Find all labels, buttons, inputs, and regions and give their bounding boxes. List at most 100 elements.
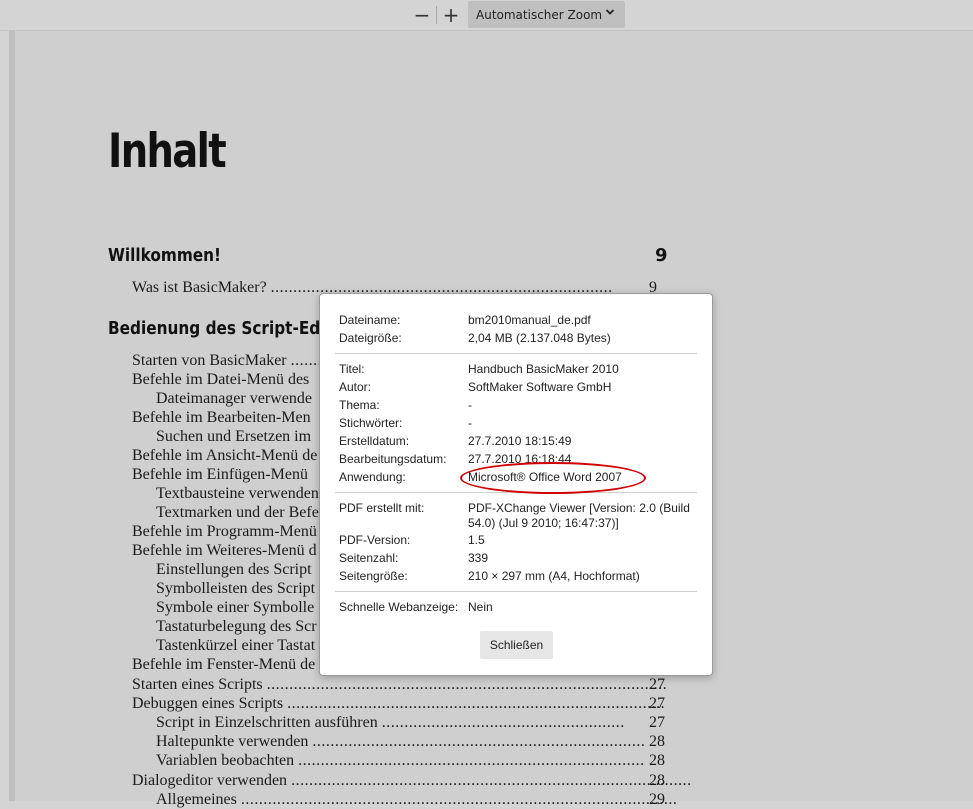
toc-entry[interactable]: Befehle im Datei-Menü des [132,370,309,389]
toc-entry[interactable]: Einstellungen des Script [156,560,312,579]
toc-entry[interactable]: Befehle im Fenster-Menü de [132,655,315,674]
property-value: - [468,416,472,430]
toc-entry-page: 28 [649,752,665,769]
document-properties-dialog: Dateiname: bm2010manual_de.pdf Dateigröße:… [319,293,713,676]
toc-entry-leader: ........................................… [381,714,625,731]
toc-section-title: Willkommen! [108,245,222,266]
toc-entry[interactable]: Allgemeines ............................… [156,790,677,809]
property-value: 210 × 297 mm (A4, Hochformat) [468,569,640,583]
zoom-in-button[interactable]: + [439,4,463,26]
property-label: Dateigröße: [339,331,402,345]
toc-entry-page: 27 [649,676,665,693]
toc-entry-text: Script in Einzelschritten ausführen [156,714,382,731]
toc-entry[interactable]: Starten eines Scripts ..................… [132,675,667,694]
page-heading: Inhalt [108,124,227,179]
toc-entry-text: Suchen und Ersetzen im [156,428,312,445]
property-value: SoftMaker Software GmbH [468,380,612,394]
toc-entry-text: Starten eines Scripts [132,676,267,693]
toc-entry-text: Einstellungen des Script [156,561,312,578]
toc-entry-text: Variablen beobachten [156,752,299,769]
toc-entry-page: 28 [649,733,665,750]
property-label: Dateiname: [339,313,401,327]
toc-entry[interactable]: Symbole einer Symbolle [156,598,314,617]
toc-entry-text: Haltepunkte verwenden [156,733,313,750]
property-label: Stichwörter: [339,416,403,430]
property-label: Seitengröße: [339,569,408,583]
toc-entry-leader: ........................................… [312,733,646,750]
property-value: 339 [468,551,489,565]
toolbar-separator [436,6,437,24]
toc-entry-leader: ........................................… [298,752,645,769]
toc-entry-text: Befehle im Programm-Menü [132,523,317,540]
property-label: PDF erstellt mit: [339,501,425,515]
toc-entry-page: 28 [649,772,665,789]
property-label: Anwendung: [339,470,406,484]
toc-entry-text: Dateimanager verwende [156,390,312,407]
toc-entry-page: 27 [649,695,665,712]
property-label: Schnelle Webanzeige: [339,600,459,614]
highlight-ellipse [460,462,646,494]
property-value: Nein [468,600,493,614]
toc-entry[interactable]: Befehle im Bearbeiten-Men [132,408,311,427]
toc-entry-leader: ........................................… [240,791,678,808]
toc-entry[interactable]: Dateimanager verwende [156,389,312,408]
toc-entry-text: Allgemeines [156,791,241,808]
divider [335,353,697,354]
toc-entry-text: Symbolleisten des Script [156,580,316,597]
toc-entry[interactable]: Debuggen eines Scripts .................… [132,694,665,713]
property-value: 27.7.2010 18:15:49 [468,434,572,448]
toc-entry-text: Debuggen eines Scripts [132,695,288,712]
toc-entry-text: Befehle im Datei-Menü des [132,371,310,388]
property-label: Bearbeitungsdatum: [339,452,447,466]
toc-entry[interactable]: Variablen beobachten ...................… [156,751,645,770]
zoom-select-value: Automatischer Zoom [476,7,603,22]
toc-entry-text: Befehle im Fenster-Menü de [132,656,316,673]
toc-entry[interactable]: Textmarken und der Befe [156,503,319,522]
toc-entry-page: 29 [649,791,665,808]
toc-entry-text: Tastenkürzel einer Tastat [156,637,316,654]
toc-entry-text: Tastaturbelegung des Scr [156,618,317,635]
property-label: Autor: [339,380,372,394]
toc-entry-text: Textmarken und der Befe [156,504,319,521]
property-value: - [468,398,472,412]
toc-entry-leader: ........................................… [291,772,692,789]
toc-entry[interactable]: Script in Einzelschritten ausführen ....… [156,713,625,732]
zoom-select[interactable]: Automatischer Zoom [468,1,625,28]
toc-entry[interactable]: Befehle im Weiteres-Menü d [132,541,317,560]
property-value: PDF-XChange Viewer [Version: 2.0 (Build … [468,501,690,530]
toc-entry-leader: ........................................… [287,695,666,712]
toc-entry[interactable]: Befehle im Einfügen-Menü [132,465,308,484]
toc-section-page: 9 [655,245,668,266]
property-value: Handbuch BasicMaker 2010 [468,362,619,376]
toc-entry[interactable]: Haltepunkte verwenden ..................… [156,732,645,751]
toc-entry[interactable]: Textbausteine verwenden [156,484,319,503]
toc-entry[interactable]: Befehle im Ansicht-Menü de [132,446,317,465]
zoom-out-button[interactable]: − [410,4,434,26]
property-label: Erstelldatum: [339,434,410,448]
toc-entry-text: Symbole einer Symbolle [156,599,315,616]
toc-entry-text: Dialogeditor verwenden [132,772,292,789]
toolbar: − + Automatischer Zoom [0,0,973,31]
toc-entry-page: 27 [649,714,665,731]
property-label: Thema: [339,398,380,412]
toc-entry[interactable]: Suchen und Ersetzen im [156,427,311,446]
toc-entry[interactable]: Tastaturbelegung des Scr [156,617,317,636]
minus-icon: − [413,3,431,27]
toc-entry[interactable]: Symbolleisten des Script [156,579,315,598]
toc-entry[interactable]: Tastenkürzel einer Tastat [156,636,315,655]
toc-entry[interactable]: Dialogeditor verwenden .................… [132,771,692,790]
close-button[interactable]: Schließen [480,631,553,659]
toc-entry-leader: ........................................… [266,676,668,693]
toc-entry[interactable]: Befehle im Programm-Menü [132,522,317,541]
toc-entry-text: Textbausteine verwenden [156,485,319,502]
property-value: 1.5 [468,533,485,547]
chevron-down-icon [605,7,615,20]
toc-entry-text: Befehle im Weiteres-Menü d [132,542,317,559]
property-label: Titel: [339,362,365,376]
property-value: 2,04 MB (2.137.048 Bytes) [468,331,611,345]
property-label: Seitenzahl: [339,551,399,565]
toc-entry-text: Was ist BasicMaker? [132,279,271,296]
property-label: PDF-Version: [339,533,411,547]
toc-entry-text: Befehle im Ansicht-Menü de [132,447,318,464]
toc-entry-text: Befehle im Einfügen-Menü [132,466,308,483]
